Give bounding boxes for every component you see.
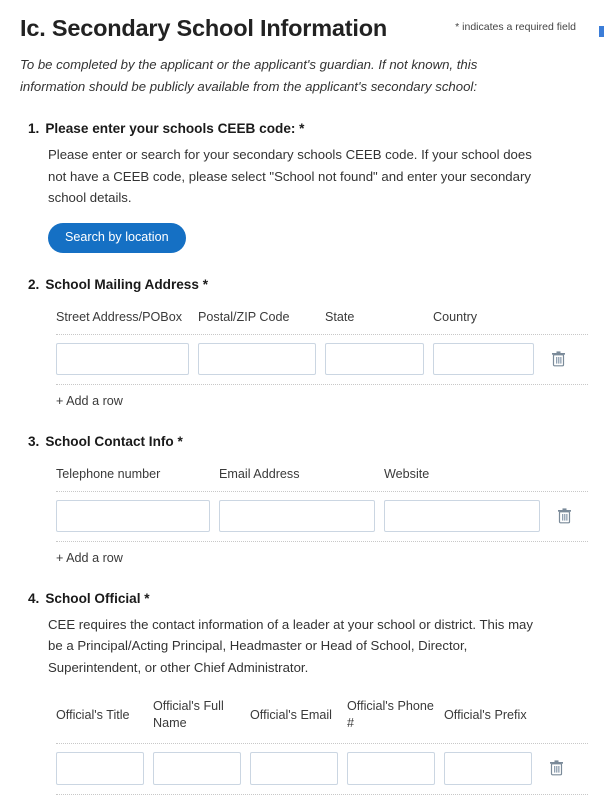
question-3-title: 3. School Contact Info *	[28, 434, 588, 449]
cell-official-title	[56, 751, 153, 785]
table-header-row: Street Address/POBox Postal/ZIP Code Sta…	[56, 306, 588, 334]
question-2-number: 2.	[28, 276, 40, 292]
cell-email-address	[219, 499, 384, 532]
question-1: 1. Please enter your schools CEEB code: …	[20, 121, 588, 253]
question-2: 2. School Mailing Address * Street Addre…	[20, 277, 588, 410]
question-4-description: CEE requires the contact information of …	[48, 616, 533, 675]
table-separator-bottom	[56, 383, 588, 385]
page-header: Ic. Secondary School Information * indic…	[20, 0, 588, 43]
cell-country	[433, 342, 543, 375]
column-header-telephone: Telephone number	[56, 467, 161, 482]
column-header-postal-zip: Postal/ZIP Code	[198, 310, 290, 325]
delete-row-button[interactable]	[549, 508, 579, 524]
cell-official-email	[250, 751, 347, 785]
search-by-location-button[interactable]: Search by location	[48, 223, 186, 253]
question-3: 3. School Contact Info * Telephone numbe…	[20, 434, 588, 567]
column-header-street-address: Street Address/POBox	[56, 310, 182, 325]
table-header-row: Official's Title Official's Full Name Of…	[56, 692, 588, 743]
column-header-website: Website	[384, 467, 430, 482]
table-header-row: Telephone number Email Address Website	[56, 463, 588, 491]
trash-icon	[557, 508, 571, 524]
telephone-input[interactable]	[56, 499, 210, 532]
question-1-title: 1. Please enter your schools CEEB code: …	[28, 121, 588, 136]
table-row	[56, 335, 588, 384]
trash-icon	[551, 351, 565, 367]
postal-zip-input[interactable]	[198, 342, 316, 375]
column-header-official-prefix: Official's Prefix	[444, 707, 527, 722]
state-input[interactable]	[325, 342, 424, 375]
column-header-official-title: Official's Title	[56, 707, 130, 722]
cell-website	[384, 499, 549, 532]
form-page: Ic. Secondary School Information * indic…	[0, 0, 604, 795]
trash-icon	[549, 760, 563, 776]
question-4-label: School Official *	[45, 590, 150, 606]
column-header-official-full-name: Official's Full Name	[153, 699, 224, 730]
question-4: 4. School Official * CEE requires the co…	[20, 591, 588, 795]
question-1-label: Please enter your schools CEEB code: *	[45, 121, 305, 137]
cell-state	[325, 342, 433, 375]
email-address-input[interactable]	[219, 499, 375, 532]
official-title-input[interactable]	[56, 751, 144, 785]
add-a-row-link[interactable]: + Add a row	[56, 551, 123, 565]
question-1-description: Please enter or search for your secondar…	[48, 147, 532, 205]
table-row	[56, 492, 588, 541]
delete-row-button[interactable]	[543, 351, 573, 367]
page-title: Ic. Secondary School Information	[20, 15, 388, 41]
column-header-email-address: Email Address	[219, 467, 300, 482]
mailing-address-table: Street Address/POBox Postal/ZIP Code Sta…	[56, 306, 588, 410]
street-address-input[interactable]	[56, 342, 189, 375]
add-a-row-link[interactable]: + Add a row	[56, 394, 123, 408]
cell-official-prefix	[444, 751, 541, 785]
question-4-title: 4. School Official *	[28, 591, 588, 606]
required-field-note: * indicates a required field	[455, 21, 576, 33]
table-row	[56, 744, 588, 794]
official-phone-input[interactable]	[347, 751, 435, 785]
cell-postal-zip	[198, 342, 325, 375]
official-full-name-input[interactable]	[153, 751, 241, 785]
cell-street-address	[56, 342, 198, 375]
official-email-input[interactable]	[250, 751, 338, 785]
question-1-number: 1.	[28, 121, 40, 137]
table-separator-bottom	[56, 540, 588, 542]
scrollbar-indicator[interactable]	[599, 26, 604, 37]
delete-row-button[interactable]	[541, 760, 571, 776]
official-prefix-input[interactable]	[444, 751, 532, 785]
question-2-title: 2. School Mailing Address *	[28, 277, 588, 292]
cell-official-phone	[347, 751, 444, 785]
column-header-official-email: Official's Email	[250, 707, 332, 722]
table-separator-bottom	[56, 793, 588, 795]
contact-info-table: Telephone number Email Address Website +…	[56, 463, 588, 567]
country-input[interactable]	[433, 342, 534, 375]
question-3-number: 3.	[28, 433, 40, 449]
website-input[interactable]	[384, 499, 540, 532]
column-header-official-phone: Official's Phone #	[347, 699, 434, 730]
cell-official-full-name	[153, 751, 250, 785]
intro-text: To be completed by the applicant or the …	[20, 57, 478, 94]
question-4-number: 4.	[28, 590, 40, 606]
column-header-country: Country	[433, 310, 478, 325]
school-official-table: Official's Title Official's Full Name Of…	[56, 692, 588, 795]
cell-telephone	[56, 499, 219, 532]
column-header-state: State	[325, 310, 355, 325]
question-3-label: School Contact Info *	[45, 433, 183, 449]
question-2-label: School Mailing Address *	[45, 276, 208, 292]
